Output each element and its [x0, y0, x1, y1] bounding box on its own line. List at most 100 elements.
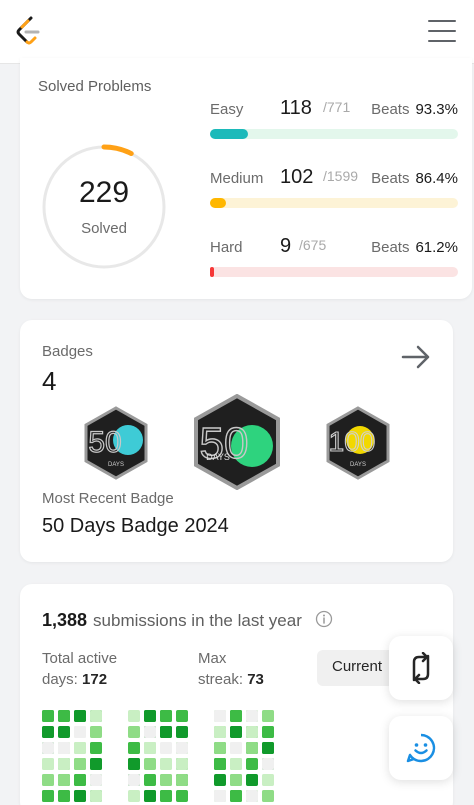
submissions-card: 1,388 submissions in the last year Total … [20, 584, 453, 805]
heatmap-cell[interactable] [128, 790, 140, 802]
50-days-badge-icon[interactable]: 50 DAYS [82, 406, 150, 480]
heatmap-cell[interactable] [214, 710, 226, 722]
heatmap-cell[interactable] [58, 742, 70, 754]
50-days-badge-2024-icon[interactable]: 50 DAYS [192, 394, 282, 490]
arrow-right-icon[interactable] [401, 344, 431, 370]
heatmap-cell[interactable] [246, 758, 258, 770]
heatmap-cell[interactable] [90, 710, 102, 722]
solved-total: 229 [78, 176, 130, 209]
heatmap-cell[interactable] [214, 726, 226, 738]
badge-caption: DAYS [108, 462, 124, 468]
heatmap-cell[interactable] [160, 758, 172, 770]
beats-text: Beats 86.4% [371, 170, 458, 187]
heatmap-cell[interactable] [42, 710, 54, 722]
heatmap-cell[interactable] [74, 742, 86, 754]
heatmap-cell[interactable] [176, 758, 188, 770]
heatmap-cell[interactable] [230, 710, 242, 722]
heatmap-cell[interactable] [262, 774, 274, 786]
heatmap-cell[interactable] [214, 774, 226, 786]
heatmap-cell[interactable] [128, 742, 140, 754]
swap-icon [412, 652, 430, 684]
heatmap-cell[interactable] [214, 742, 226, 754]
heatmap-cell[interactable] [230, 758, 242, 770]
heatmap-cell[interactable] [160, 790, 172, 802]
heatmap-cell[interactable] [262, 710, 274, 722]
heatmap-cell[interactable] [58, 710, 70, 722]
heatmap-cell[interactable] [246, 774, 258, 786]
heatmap-cell[interactable] [246, 742, 258, 754]
heatmap-cell[interactable] [90, 758, 102, 770]
heatmap-cell[interactable] [144, 774, 156, 786]
heatmap-cell[interactable] [74, 726, 86, 738]
heatmap-cell[interactable] [128, 726, 140, 738]
heatmap-cell[interactable] [176, 774, 188, 786]
heatmap-cell[interactable] [90, 742, 102, 754]
heatmap-cell[interactable] [74, 758, 86, 770]
heatmap-cell[interactable] [230, 726, 242, 738]
heatmap-cell[interactable] [144, 790, 156, 802]
badge-digits: 100 [329, 426, 376, 457]
heatmap-cell[interactable] [144, 726, 156, 738]
most-recent-badge-label: Most Recent Badge [42, 490, 174, 507]
heatmap-cell[interactable] [230, 774, 242, 786]
heatmap-cell[interactable] [246, 710, 258, 722]
hard-progress-track [210, 267, 458, 277]
heatmap-cell[interactable] [160, 726, 172, 738]
heatmap-cell[interactable] [144, 742, 156, 754]
badge-digits: 50 [88, 426, 121, 459]
heatmap-cell[interactable] [262, 742, 274, 754]
heatmap-cell[interactable] [230, 790, 242, 802]
heatmap-cell[interactable] [42, 790, 54, 802]
switch-layout-button[interactable] [389, 636, 453, 700]
chat-feedback-button[interactable] [389, 716, 453, 780]
submission-heatmap [42, 710, 274, 802]
top-bar [0, 0, 474, 64]
heatmap-cell[interactable] [42, 774, 54, 786]
difficulty-count: 9 [280, 235, 292, 257]
100-days-badge-icon[interactable]: 100 DAYS [324, 406, 392, 480]
badge-caption: DAYS [206, 452, 230, 462]
hamburger-menu-icon[interactable] [428, 20, 456, 44]
leetcode-logo-icon[interactable] [14, 15, 42, 47]
heatmap-cell[interactable] [176, 742, 188, 754]
heatmap-cell[interactable] [160, 710, 172, 722]
heatmap-cell[interactable] [74, 710, 86, 722]
heatmap-cell[interactable] [42, 726, 54, 738]
heatmap-cell[interactable] [160, 774, 172, 786]
heatmap-cell[interactable] [262, 790, 274, 802]
heatmap-cell[interactable] [58, 726, 70, 738]
badges-card: Badges 4 50 DAYS 50 DAYS 100 DAYS Most R… [20, 320, 453, 562]
submissions-text: submissions in the last year [93, 611, 302, 630]
heatmap-cell[interactable] [230, 742, 242, 754]
heatmap-cell[interactable] [58, 758, 70, 770]
heatmap-cell[interactable] [74, 790, 86, 802]
info-icon[interactable] [315, 610, 333, 628]
heatmap-cell[interactable] [42, 742, 54, 754]
heatmap-cell[interactable] [90, 726, 102, 738]
heatmap-cell[interactable] [144, 758, 156, 770]
heatmap-cell[interactable] [246, 726, 258, 738]
heatmap-cell[interactable] [214, 790, 226, 802]
submissions-count: 1,388 [42, 610, 88, 630]
heatmap-cell[interactable] [176, 790, 188, 802]
heatmap-cell[interactable] [214, 758, 226, 770]
heatmap-cell[interactable] [262, 726, 274, 738]
heatmap-cell[interactable] [128, 710, 140, 722]
easy-progress-fill [210, 129, 248, 139]
beats-label: Beats [371, 239, 410, 256]
heatmap-cell[interactable] [74, 774, 86, 786]
heatmap-cell[interactable] [90, 790, 102, 802]
heatmap-cell[interactable] [128, 758, 140, 770]
heatmap-cell[interactable] [58, 790, 70, 802]
heatmap-cell[interactable] [176, 710, 188, 722]
most-recent-badge-name: 50 Days Badge 2024 [42, 515, 229, 537]
heatmap-cell[interactable] [262, 758, 274, 770]
heatmap-cell[interactable] [176, 726, 188, 738]
heatmap-cell[interactable] [90, 774, 102, 786]
heatmap-cell[interactable] [58, 774, 70, 786]
heatmap-cell[interactable] [128, 774, 140, 786]
heatmap-cell[interactable] [42, 758, 54, 770]
heatmap-cell[interactable] [246, 790, 258, 802]
heatmap-cell[interactable] [160, 742, 172, 754]
heatmap-cell[interactable] [144, 710, 156, 722]
